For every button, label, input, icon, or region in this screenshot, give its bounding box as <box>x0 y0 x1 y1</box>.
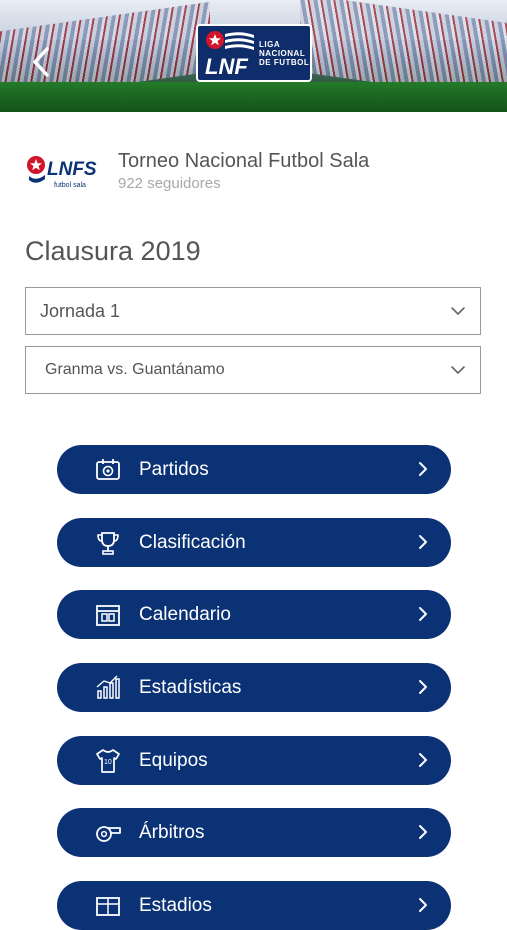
chevron-right-icon <box>419 753 427 767</box>
svg-text:LNF: LNF <box>205 54 248 79</box>
chevron-down-icon <box>451 307 465 315</box>
menu-equipos-button[interactable]: 10 Equipos <box>57 736 451 785</box>
menu-partidos-button[interactable]: Partidos <box>57 445 451 494</box>
league-info: LNFS futbol sala Torneo Nacional Futbol … <box>26 146 486 196</box>
svg-text:futbol sala: futbol sala <box>54 182 86 189</box>
menu-label: Partidos <box>139 458 209 480</box>
menu-calendario-button[interactable]: Calendario <box>57 590 451 639</box>
league-name: Torneo Nacional Futbol Sala <box>118 149 370 172</box>
chevron-right-icon <box>419 680 427 694</box>
menu-label: Calendario <box>139 603 231 625</box>
menu-label: Árbitros <box>139 821 205 843</box>
lnf-logo-text: LIGA NACIONAL DE FUTBOL <box>259 39 310 67</box>
chevron-right-icon <box>419 825 427 839</box>
menu-estadisticas-button[interactable]: Estadísticas <box>57 663 451 712</box>
chevron-left-icon <box>33 47 49 77</box>
svg-text:LNFS: LNFS <box>47 159 97 180</box>
chevron-right-icon <box>419 535 427 549</box>
menu-arbitros-button[interactable]: Árbitros <box>57 808 451 857</box>
chevron-right-icon <box>419 898 427 912</box>
whistle-icon <box>91 816 125 850</box>
menu-estadios-button[interactable]: Estadios <box>57 881 451 930</box>
match-select-value: Granma vs. Guantánamo <box>45 361 225 378</box>
chevron-right-icon <box>419 462 427 476</box>
match-icon <box>91 453 125 487</box>
lnf-mark: LNF <box>200 26 256 80</box>
match-select[interactable]: Granma vs. Guantánamo <box>25 346 481 394</box>
league-followers: 922 seguidores <box>118 174 221 192</box>
stadium-icon <box>91 889 125 923</box>
menu-clasificacion-button[interactable]: Clasificación <box>57 518 451 567</box>
trophy-icon <box>91 526 125 560</box>
chevron-right-icon <box>419 607 427 621</box>
season-title: Clausura 2019 <box>25 236 201 266</box>
back-button[interactable] <box>26 44 56 80</box>
menu-label: Clasificación <box>139 531 246 553</box>
round-select-value: Jornada 1 <box>40 300 121 321</box>
lnf-logo: LNF LIGA NACIONAL DE FUTBOL <box>196 24 312 82</box>
chevron-down-icon <box>451 366 465 374</box>
calendar-icon <box>91 598 125 632</box>
menu-label: Estadísticas <box>139 676 242 698</box>
round-select[interactable]: Jornada 1 <box>25 287 481 335</box>
stats-icon <box>91 671 125 705</box>
menu-label: Equipos <box>139 749 208 771</box>
header-banner: LNF LIGA NACIONAL DE FUTBOL <box>0 0 507 112</box>
svg-text:10: 10 <box>104 759 112 766</box>
menu-label: Estadios <box>139 894 212 916</box>
jersey-icon: 10 <box>91 744 125 778</box>
lnfs-logo: LNFS futbol sala <box>26 152 104 190</box>
